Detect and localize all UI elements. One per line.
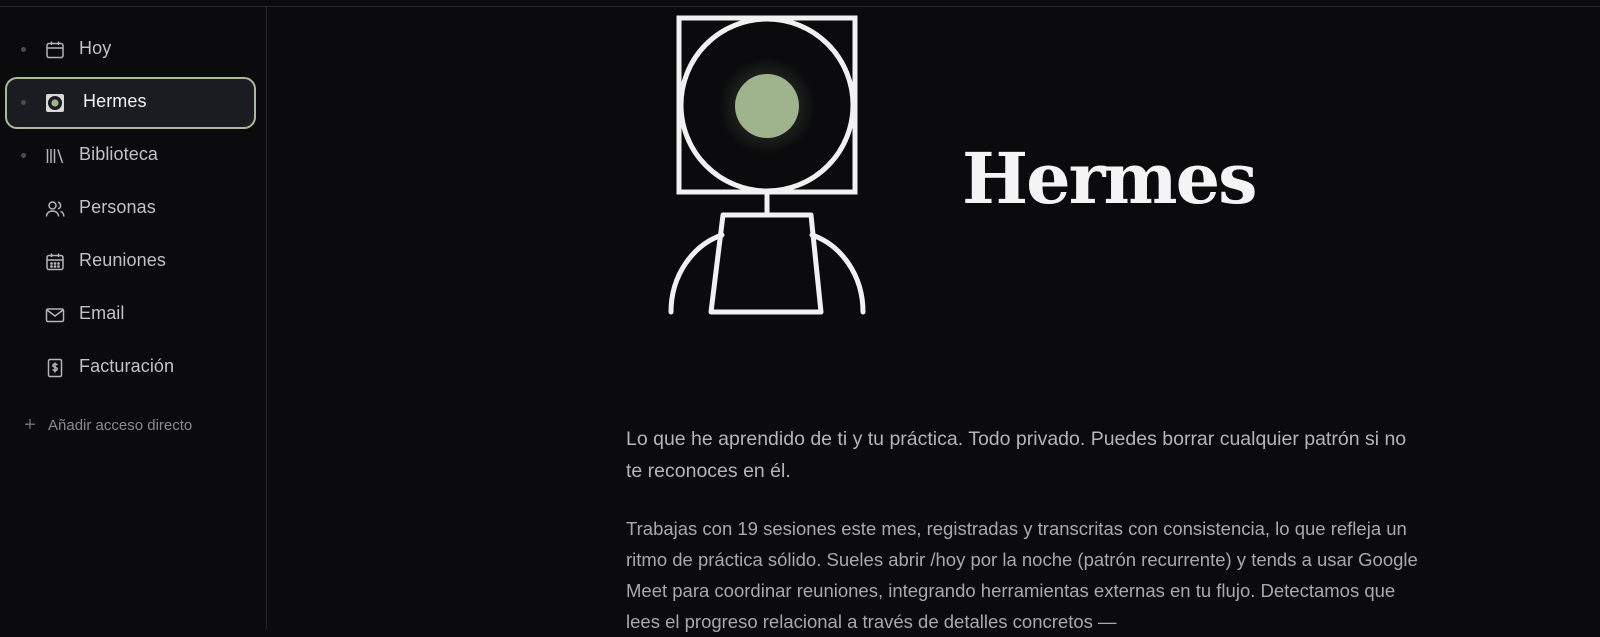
invoice-icon: [44, 357, 66, 379]
hermes-avatar-illustration: [663, 10, 877, 322]
sidebar-bullet: [21, 100, 26, 105]
plus-icon: +: [24, 414, 36, 436]
sidebar-item-label: Hermes: [83, 91, 147, 111]
sidebar: Hoy Hermes Biblioteca Personas Reuniones…: [0, 7, 267, 629]
intro-text: Lo que he aprendido de ti y tu práctica.…: [626, 428, 1407, 482]
sidebar-item-email[interactable]: Email: [5, 289, 256, 341]
sidebar-bullet: [21, 153, 26, 158]
calendar-grid-icon: [44, 251, 66, 273]
page-title: Hermes: [962, 137, 1258, 220]
sidebar-item-hoy[interactable]: Hoy: [5, 24, 256, 76]
hermes-avatar-icon: [44, 92, 66, 114]
mail-icon: [44, 304, 66, 326]
sidebar-item-label: Email: [79, 303, 125, 323]
sidebar-item-hermes[interactable]: Hermes: [5, 77, 256, 129]
main-content: Hermes Lo que he aprendido de ti y tu pr…: [268, 7, 1600, 632]
sidebar-item-biblioteca[interactable]: Biblioteca: [5, 130, 256, 182]
sidebar-item-label: Biblioteca: [79, 144, 159, 164]
add-shortcut-button[interactable]: + Añadir acceso directo: [20, 415, 192, 435]
sidebar-item-label: Hoy: [79, 38, 112, 58]
sidebar-item-personas[interactable]: Personas: [5, 183, 256, 235]
add-shortcut-label: Añadir acceso directo: [48, 416, 193, 434]
insights-text: Trabajas con 19 sesiones este mes, regis…: [626, 518, 1418, 632]
sidebar-bullet: [21, 47, 26, 52]
people-icon: [44, 198, 66, 220]
calendar-icon: [44, 39, 66, 61]
sidebar-item-label: Personas: [79, 197, 156, 217]
sidebar-item-reuniones[interactable]: Reuniones: [5, 236, 256, 288]
library-icon: [44, 145, 66, 167]
sidebar-item-facturacion[interactable]: Facturación: [5, 342, 256, 394]
sidebar-item-label: Reuniones: [79, 250, 166, 270]
sidebar-item-label: Facturación: [79, 356, 175, 376]
